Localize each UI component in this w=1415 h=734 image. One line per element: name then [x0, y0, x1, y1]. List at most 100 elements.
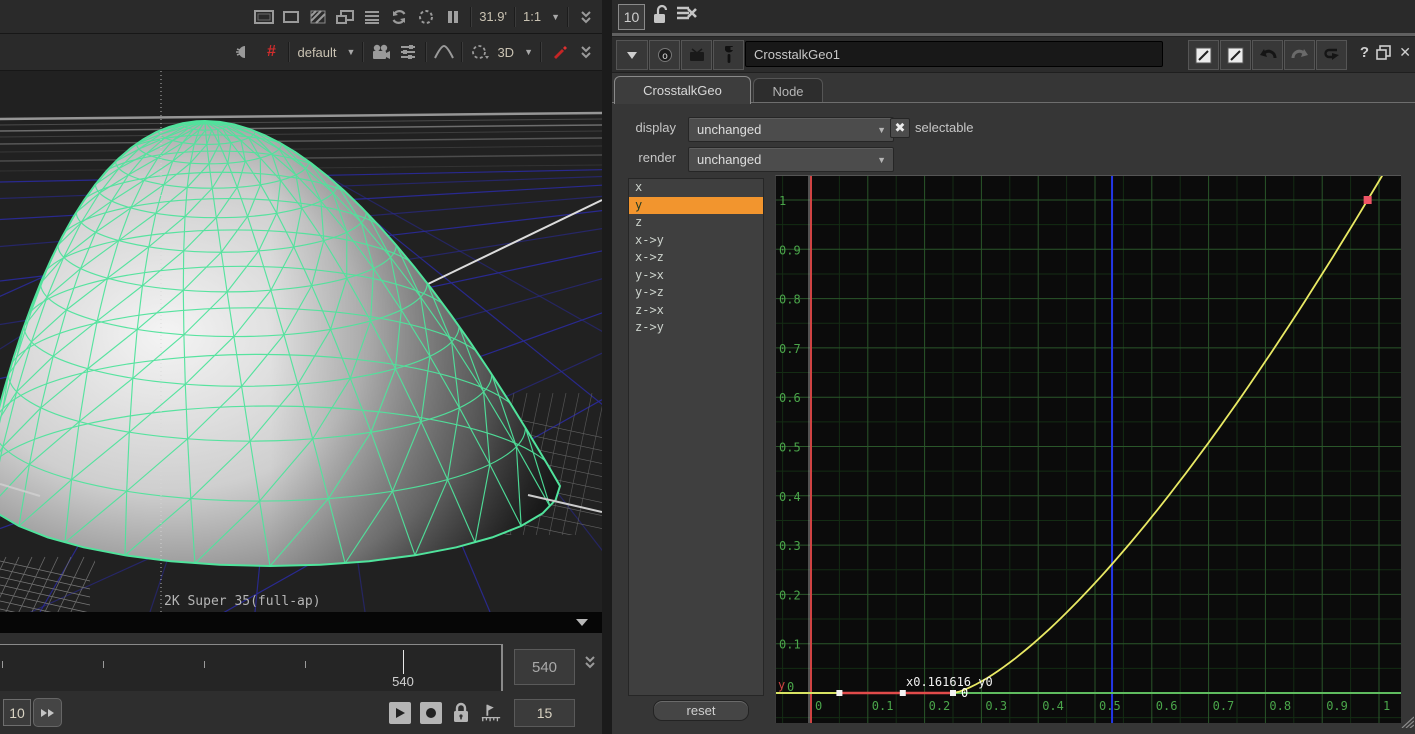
revert-button[interactable] [1316, 40, 1347, 70]
y-tick-label: 1 [779, 194, 786, 208]
display-dropdown[interactable]: unchanged ▼ [688, 117, 894, 142]
properties-top-bar: 10 [612, 0, 1415, 33]
roi-dashed-circle-icon[interactable] [470, 40, 490, 64]
keyframe-marker[interactable] [900, 690, 906, 696]
viewport-3d[interactable]: 2K Super 35(full-ap) [0, 71, 602, 612]
timeline-tick [305, 661, 306, 668]
toolbar-separator [540, 42, 542, 62]
selectable-label: selectable [915, 120, 974, 135]
channel-item-zx[interactable]: z->x [629, 302, 763, 320]
selectable-checkbox[interactable]: ✖ [890, 118, 910, 138]
x-tick-label: 0.5 [1099, 699, 1121, 713]
y-tick-label: 0.5 [779, 441, 801, 455]
x-tick-label: 0.8 [1269, 699, 1291, 713]
timeline-track[interactable]: 540 [0, 644, 503, 691]
fast-forward-button[interactable] [33, 698, 62, 727]
channel-item-zy[interactable]: z->y [629, 319, 763, 337]
close-all-panels-icon[interactable] [676, 5, 698, 28]
timeline-collapse-icon[interactable] [584, 655, 596, 674]
endpoint-keyframe[interactable] [1364, 196, 1372, 204]
annotate-pencil-icon[interactable] [549, 40, 569, 64]
ratio-dropdown-caret[interactable]: ▼ [551, 12, 560, 22]
channel-item-yx[interactable]: y->x [629, 267, 763, 285]
svg-text:o: o [661, 51, 667, 62]
curve-editor-canvas[interactable]: 00.10.20.30.40.50.60.70.80.9110.90.80.70… [776, 176, 1401, 723]
tab-node[interactable]: Node [753, 78, 823, 103]
keyframe-marker[interactable] [950, 690, 956, 696]
view-mode-dropdown[interactable]: 3D [497, 45, 514, 60]
grid-hash-icon[interactable]: # [261, 40, 281, 64]
render-dropdown[interactable]: unchanged ▼ [688, 147, 894, 172]
pane-divider[interactable] [602, 0, 612, 734]
y-tick-label: 0.3 [779, 539, 801, 553]
channel-mixer-icon[interactable] [398, 40, 418, 64]
camera-icon[interactable] [371, 40, 391, 64]
toolbar-separator [514, 7, 516, 27]
x-tick-label: 1 [1383, 699, 1390, 713]
channel-item-z[interactable]: z [629, 214, 763, 232]
refresh-icon[interactable] [389, 5, 409, 29]
crop-icon[interactable] [281, 5, 301, 29]
gain-circle-icon[interactable] [416, 5, 436, 29]
fps-box[interactable]: 15 [514, 699, 575, 727]
edit-label-button-2[interactable] [1220, 40, 1251, 70]
light-icon[interactable] [234, 40, 254, 64]
timeline-playhead[interactable] [403, 650, 404, 674]
frame-increment-box[interactable]: 10 [3, 699, 31, 726]
keyframe-marker[interactable] [836, 690, 842, 696]
viewport-canvas[interactable]: 2K Super 35(full-ap) [0, 71, 602, 612]
view-mode-caret[interactable]: ▼ [524, 47, 533, 57]
layer-stack-icon[interactable] [362, 5, 382, 29]
node-disable-button[interactable]: o [649, 40, 680, 70]
collapse-toolbar-icon[interactable] [576, 40, 596, 64]
channel-item-xz[interactable]: x->z [629, 249, 763, 267]
render-value: unchanged [697, 152, 761, 167]
help-button[interactable]: ? [1360, 44, 1369, 61]
viewer-ratio-value[interactable]: 1:1 [523, 9, 541, 24]
cursor-readout: x0.161616 y0 [906, 675, 993, 689]
mask-overlay-icon[interactable] [308, 5, 328, 29]
panel-collapse-button[interactable] [616, 40, 648, 70]
reset-button[interactable]: reset [653, 700, 749, 721]
channel-item-xy[interactable]: x->y [629, 232, 763, 250]
channel-item-x[interactable]: x [629, 179, 763, 197]
timeline: 540 540 [0, 633, 602, 692]
channel-item-yz[interactable]: y->z [629, 284, 763, 302]
lock-icon[interactable] [450, 702, 472, 724]
edit-label-button-1[interactable] [1188, 40, 1219, 70]
tab-crosstalkgeo[interactable]: CrosstalkGeo [614, 76, 751, 104]
float-panel-icon[interactable] [1376, 45, 1391, 65]
y-tick-label: 0.9 [779, 243, 801, 257]
collapse-toolbar-icon[interactable] [576, 5, 596, 29]
viewer-pane: 31.9' 1:1 ▼ # default ▼ [0, 0, 602, 734]
timeline-tick [204, 661, 205, 668]
max-panels-box[interactable]: 10 [618, 4, 645, 30]
panel-content: display unchanged ▼ ✖ selectable render … [612, 103, 1415, 734]
view-preset-dropdown[interactable]: default [297, 45, 336, 60]
channel-item-y[interactable]: y [629, 197, 763, 215]
close-panel-button[interactable]: ✕ [1399, 44, 1411, 61]
redo-button[interactable] [1284, 40, 1315, 70]
monitor-output-button[interactable] [681, 40, 712, 70]
wipe-compare-icon[interactable] [335, 5, 355, 29]
unlock-icon[interactable] [652, 4, 670, 31]
toolbar-separator [567, 7, 569, 27]
node-panel-header: o ? ✕ [612, 37, 1415, 73]
pause-icon[interactable] [443, 5, 463, 29]
format-frame-icon[interactable] [254, 5, 274, 29]
viewer-info-dropdown-caret[interactable] [576, 619, 588, 626]
play-button[interactable] [389, 702, 411, 724]
view-preset-caret[interactable]: ▼ [347, 47, 356, 57]
render-label: render [618, 150, 676, 165]
curve-editor[interactable]: 00.10.20.30.40.50.60.70.80.9110.90.80.70… [775, 175, 1401, 723]
x-tick-label: 0.1 [872, 699, 894, 713]
viewer-zoom-value[interactable]: 31.9' [479, 9, 507, 24]
resize-grip[interactable] [1400, 715, 1414, 733]
undo-button[interactable] [1252, 40, 1283, 70]
record-button[interactable] [420, 702, 442, 724]
frame-value-box[interactable]: 540 [514, 649, 575, 685]
curve-lambda-icon[interactable] [434, 40, 454, 64]
wrench-icon-button[interactable] [713, 40, 744, 70]
node-name-input[interactable] [745, 41, 1163, 67]
frame-range-icon[interactable] [480, 702, 502, 724]
